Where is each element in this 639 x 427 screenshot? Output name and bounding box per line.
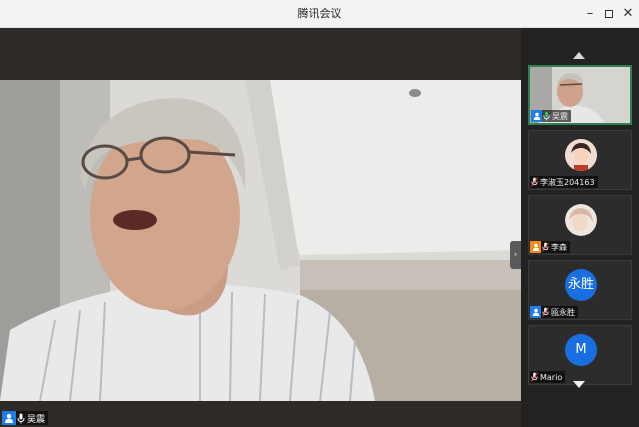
close-button[interactable]: ✕	[618, 4, 638, 24]
maximize-icon	[605, 9, 613, 18]
title-bar: 腾讯会议 – ✕	[0, 0, 639, 28]
host-badge-icon	[2, 411, 16, 425]
participant-name-tag: 李淑玉204163	[530, 176, 598, 188]
participant-name-tag: 李森	[530, 241, 570, 253]
participant-tile[interactable]: 李森	[528, 195, 632, 255]
host-badge-icon	[531, 110, 542, 122]
participant-avatar-text: 永胜	[565, 269, 597, 301]
window-title: 腾讯会议	[297, 7, 342, 20]
main-video-area: › 吴震	[0, 28, 521, 427]
participant-sidebar: 吴震 李淑玉204163 李森 永胜 瓯永胜 M Mario	[521, 28, 639, 427]
scroll-down-arrow-icon[interactable]	[573, 381, 585, 388]
participant-avatar	[565, 139, 597, 171]
participant-name: 李淑玉204163	[540, 177, 595, 187]
co-host-badge-icon	[530, 241, 541, 253]
host-badge-icon	[530, 306, 541, 318]
participant-name: 瓯永胜	[551, 307, 575, 317]
participant-tile[interactable]: 李淑玉204163	[528, 130, 632, 190]
participant-tile[interactable]: 永胜 瓯永胜	[528, 260, 632, 320]
microphone-muted-icon	[530, 371, 539, 383]
microphone-icon	[16, 411, 26, 425]
participant-name-tag: 吴震	[531, 110, 571, 122]
microphone-muted-icon	[530, 176, 539, 188]
scroll-up-arrow-icon[interactable]	[573, 52, 585, 59]
participant-name: Mario	[540, 372, 563, 382]
microphone-muted-icon	[541, 306, 550, 318]
minimize-button[interactable]: –	[580, 4, 600, 24]
participant-name: 李森	[551, 242, 567, 252]
microphone-active-icon	[542, 110, 551, 122]
participant-tile[interactable]: 吴震	[528, 65, 632, 125]
speaker-video[interactable]	[0, 80, 521, 401]
participant-avatar	[565, 204, 597, 236]
participant-tile[interactable]: M Mario	[528, 325, 632, 385]
microphone-muted-icon	[541, 241, 550, 253]
speaker-name-tag: 吴震	[2, 411, 49, 425]
maximize-button[interactable]	[599, 4, 619, 24]
participant-avatar-text: M	[565, 334, 597, 366]
speaker-video-frame	[0, 80, 521, 401]
collapse-sidebar-button[interactable]: ›	[510, 241, 521, 269]
participant-name: 吴震	[552, 111, 568, 121]
speaker-name: 吴震	[27, 414, 46, 425]
participant-name-tag: Mario	[530, 371, 566, 383]
participant-name-tag: 瓯永胜	[530, 306, 578, 318]
